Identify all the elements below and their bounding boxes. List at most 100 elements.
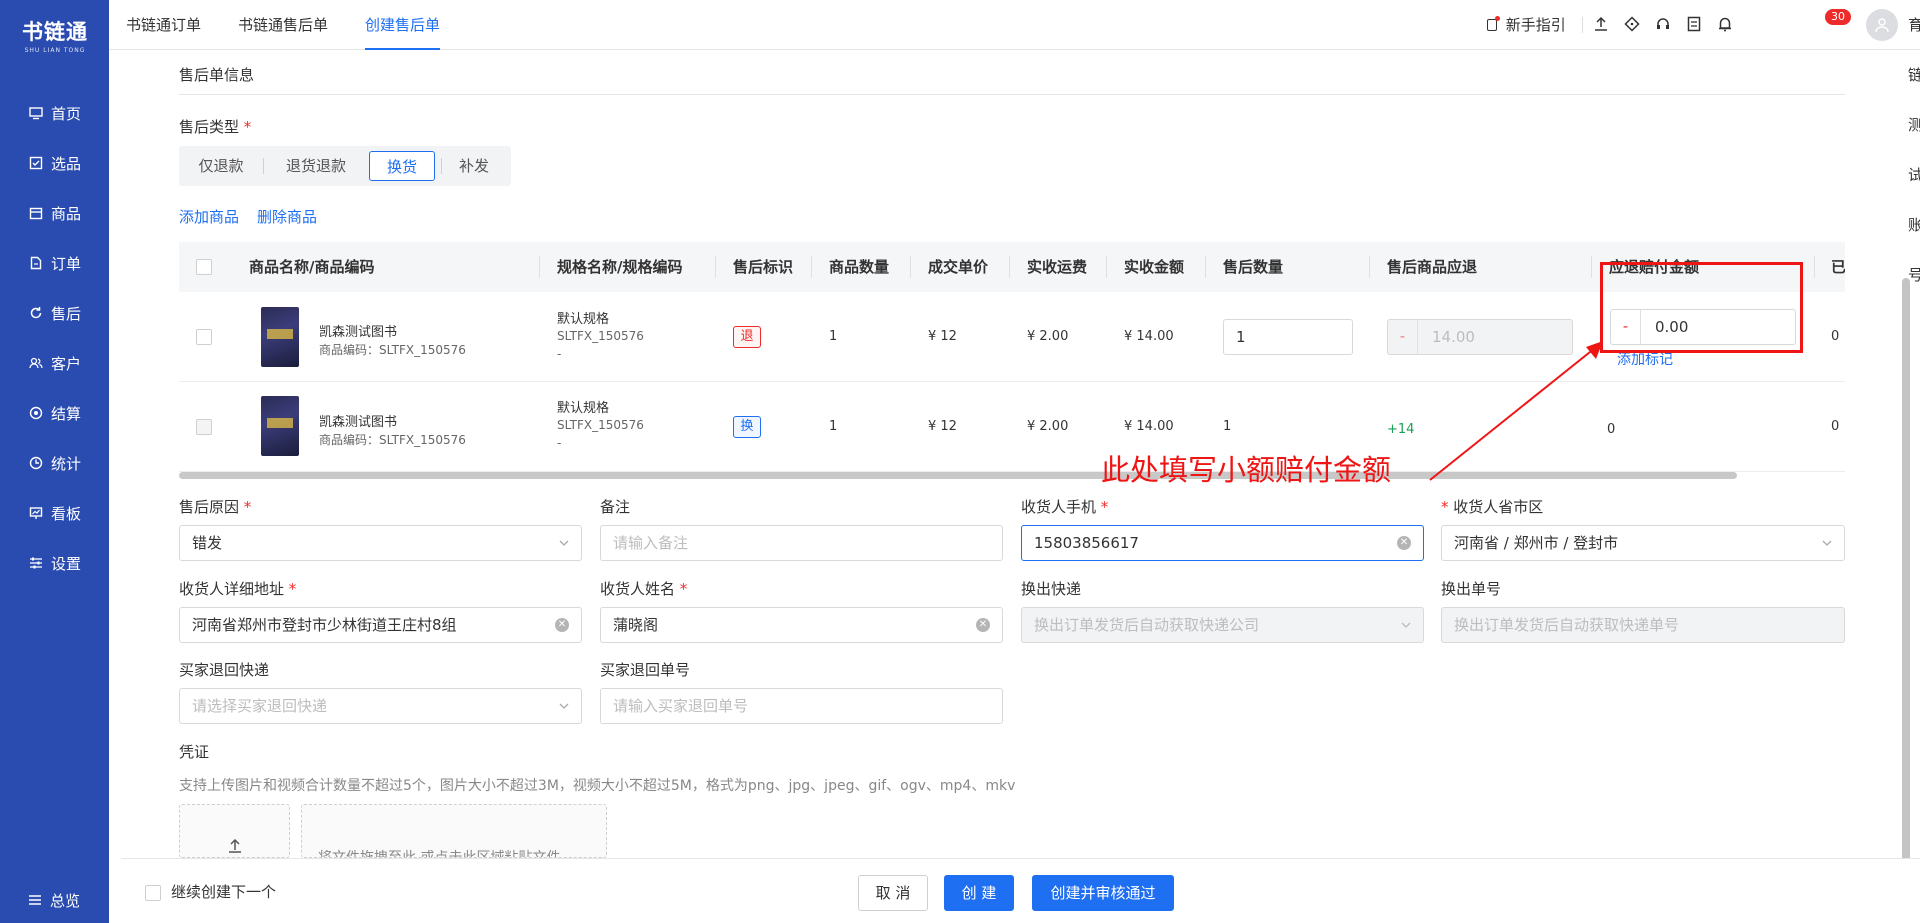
report-icon[interactable] <box>1685 15 1703 33</box>
checklist-icon <box>29 156 43 170</box>
continue-create-checkbox[interactable] <box>145 885 161 901</box>
type-option-refund-only[interactable]: 仅退款 <box>187 151 255 181</box>
receiver-input[interactable]: 蒲晓阁 ✕ <box>600 607 1003 643</box>
sidebar-item-label: 结算 <box>51 404 82 423</box>
type-option-return-refund[interactable]: 退货退款 <box>271 151 361 181</box>
sidebar-item-orders[interactable]: 订单 <box>0 243 109 283</box>
divider <box>811 256 812 278</box>
divider <box>1205 256 1206 278</box>
clear-icon[interactable]: ✕ <box>1397 536 1411 550</box>
page-vertical-scrollbar[interactable] <box>1902 278 1910 903</box>
sidebar-collapse[interactable]: 总览 <box>0 880 109 920</box>
account-name[interactable]: 育链测试账号 <box>1908 0 1920 300</box>
address-input[interactable]: 河南省郑州市登封市少林街道王庄村8组 ✕ <box>179 607 582 643</box>
sidebar-item-statistics[interactable]: 统计 <box>0 443 109 483</box>
spec-name: 默认规格 <box>557 401 610 416</box>
sidebar-item-customers[interactable]: 客户 <box>0 343 109 383</box>
sidebar-item-label: 首页 <box>51 104 82 123</box>
clear-icon[interactable]: ✕ <box>976 618 990 632</box>
divider <box>1009 256 1010 278</box>
divider <box>1582 17 1583 33</box>
file-drop-zone[interactable]: 将文件拖拽至此,或点击此区域粘贴文件 <box>301 804 607 858</box>
return-express-select[interactable]: 请选择买家退回快递 <box>179 688 582 724</box>
goods-name: 凯森测试图书 <box>319 415 398 430</box>
divider <box>441 158 442 174</box>
create-approve-button[interactable]: 创建并审核通过 <box>1032 875 1174 911</box>
chevron-down-icon <box>1822 540 1832 546</box>
sidebar-item-dashboard[interactable]: 看板 <box>0 493 109 533</box>
clear-icon[interactable]: ✕ <box>555 618 569 632</box>
cancel-button[interactable]: 取 消 <box>858 875 928 911</box>
aftersale-qty-input[interactable]: 1 <box>1223 319 1353 355</box>
divider <box>910 256 911 278</box>
guide-link[interactable]: 新手指引 <box>1487 0 1566 50</box>
chevron-down-icon <box>1401 622 1411 628</box>
sidebar-item-goods[interactable]: 商品 <box>0 193 109 233</box>
add-goods-link[interactable]: 添加商品 <box>179 206 239 227</box>
remark-label: 备注 <box>600 498 631 516</box>
users-icon <box>29 356 43 370</box>
type-option-reissue[interactable]: 补发 <box>447 151 501 181</box>
col-freight: 实收运费 <box>1027 258 1088 276</box>
tab-orders[interactable]: 书链通订单 <box>126 0 201 50</box>
section-divider <box>179 94 1845 95</box>
bell-icon[interactable] <box>1716 15 1734 33</box>
sidebar-item-home[interactable]: 首页 <box>0 93 109 133</box>
goods-qty: 1 <box>829 419 838 434</box>
divider <box>263 158 264 174</box>
sidebar-item-label: 选品 <box>51 154 82 173</box>
select-all-checkbox[interactable] <box>196 259 212 275</box>
divider <box>1106 256 1107 278</box>
tab-create-aftersale[interactable]: 创建售后单 <box>365 0 441 50</box>
headset-icon[interactable] <box>1654 15 1672 33</box>
remove-goods-link[interactable]: 删除商品 <box>257 206 317 227</box>
spec-code: SLTFX_150576 <box>557 418 644 432</box>
sidebar-item-settlement[interactable]: 结算 <box>0 393 109 433</box>
sidebar-item-settings[interactable]: 设置 <box>0 543 109 583</box>
document-icon <box>29 256 43 270</box>
divider <box>1369 256 1370 278</box>
cell-value: 0 <box>1831 419 1840 434</box>
refresh-icon <box>29 306 43 320</box>
notification-badge: 30 <box>1825 9 1851 25</box>
phone-input[interactable]: 15803856617 ✕ <box>1021 525 1424 561</box>
goods-code: 商品编码：SLTFX_150576 <box>319 433 466 447</box>
tag-icon[interactable] <box>1623 15 1641 33</box>
sidebar: 书链通 SHU LIAN TONG 首页 选品 商品 订单 售后 客户 结算 统… <box>0 0 109 923</box>
amount: ¥ 14.00 <box>1124 329 1174 344</box>
aftersale-type-segment: 仅退款 退货退款 换货 补发 <box>179 146 511 186</box>
col-aftersale-qty: 售后数量 <box>1223 258 1284 276</box>
remark-input[interactable]: 请输入备注 <box>600 525 1003 561</box>
upload-button[interactable] <box>179 804 290 858</box>
reason-select[interactable]: 错发 <box>179 525 582 561</box>
out-express-label: 换出快递 <box>1021 580 1082 598</box>
region-select[interactable]: 河南省 / 郑州市 / 登封市 <box>1441 525 1845 561</box>
brand-logo[interactable]: 书链通 SHU LIAN TONG <box>18 16 92 54</box>
upload-icon[interactable] <box>1592 15 1610 33</box>
annotation-arrow <box>1429 341 1603 481</box>
type-option-exchange[interactable]: 换货 <box>369 151 435 181</box>
sliders-icon <box>29 556 43 570</box>
create-button[interactable]: 创 建 <box>944 875 1014 911</box>
sidebar-item-aftersale[interactable]: 售后 <box>0 293 109 333</box>
divider <box>1591 256 1592 278</box>
continue-create-label[interactable]: 继续创建下一个 <box>171 881 276 902</box>
top-bar: 书链通订单 书链通售后单 创建售后单 新手指引 30 育链测试账号 <box>109 0 1920 284</box>
out-express-select: 换出订单发货后自动获取快递公司 <box>1021 607 1424 643</box>
annotation-text: 此处填写小额赔付金额 <box>1101 453 1392 487</box>
avatar[interactable] <box>1866 9 1898 41</box>
tab-aftersale-list[interactable]: 书链通售后单 <box>238 0 328 50</box>
spec-extra: - <box>557 436 562 450</box>
unit-price: ¥ 12 <box>928 419 957 434</box>
voucher-hint: 支持上传图片和视频合计数量不超过5个，图片大小不超过3M，视频大小不超过5M，格… <box>179 778 1016 794</box>
col-qty: 商品数量 <box>829 258 890 276</box>
sidebar-item-label: 设置 <box>51 554 82 573</box>
goods-qty: 1 <box>829 329 838 344</box>
sidebar-item-selection[interactable]: 选品 <box>0 143 109 183</box>
table-header: 商品名称/商品编码 规格名称/规格编码 售后标识 商品数量 成交单价 实收运费 … <box>179 242 1845 292</box>
row-checkbox[interactable] <box>196 419 212 435</box>
return-no-input[interactable]: 请输入买家退回单号 <box>600 688 1003 724</box>
row-checkbox[interactable] <box>196 329 212 345</box>
receiver-label: 收货人姓名 * <box>600 580 688 598</box>
reason-label: 售后原因 * <box>179 498 252 516</box>
